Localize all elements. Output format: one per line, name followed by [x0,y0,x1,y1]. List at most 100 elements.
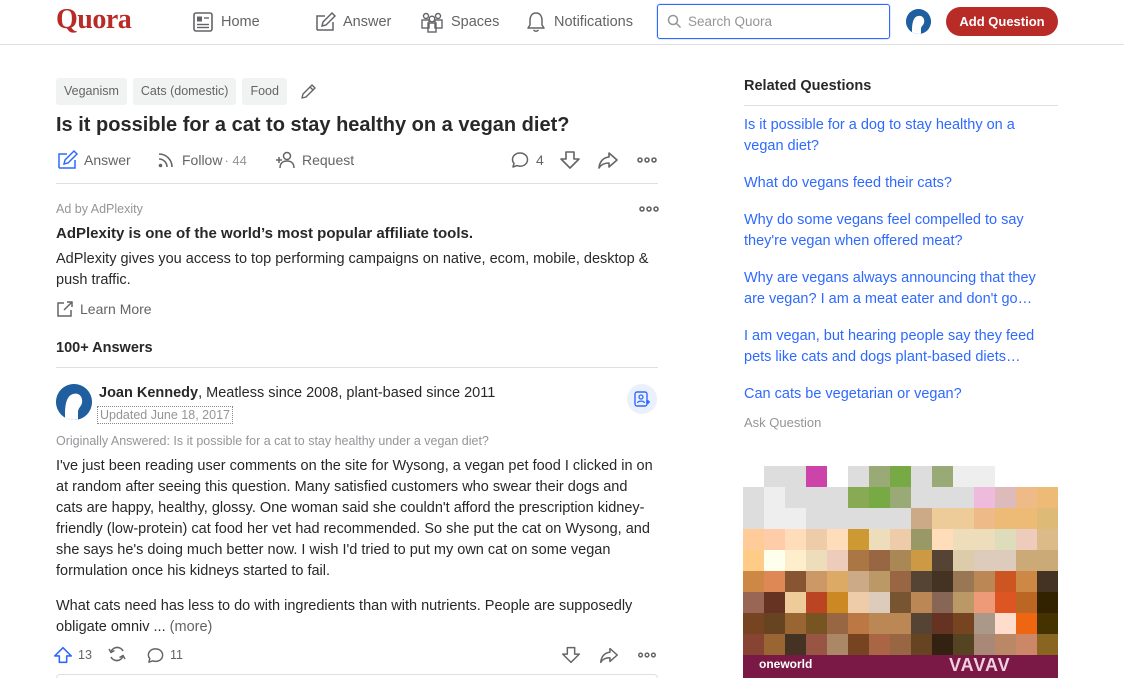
answer-label: Answer [84,152,131,168]
mosaic-tile [974,529,995,550]
search-input[interactable] [688,14,878,29]
search-box[interactable] [657,4,890,39]
nav-answer[interactable]: Answer [314,9,391,35]
author-credential[interactable]: , Meatless since 2008, plant-based since… [198,385,495,401]
mosaic-tile [764,613,785,634]
related-question-link[interactable]: What do vegans feed their cats? [744,173,1044,194]
ad-banner-strip: oneworld VAVAV [743,655,1058,678]
downvote-icon[interactable] [558,148,582,172]
mosaic-tile [848,634,869,655]
author-line: Joan Kennedy, Meatless since 2008, plant… [99,385,495,401]
mosaic-tile [806,550,827,571]
mosaic-tile [953,613,974,634]
mosaic-tile [785,634,806,655]
answer-comments-button[interactable]: 11 [146,643,183,667]
mosaic-tile [1016,529,1037,550]
mosaic-tile [764,550,785,571]
add-question-button[interactable]: Add Question [946,7,1058,36]
sidebar-ad-image[interactable]: oneworld VAVAV [743,466,1058,678]
answers-count: 100+ Answers [56,340,153,356]
mosaic-tile [869,508,890,529]
share-icon[interactable] [596,148,620,172]
ask-question-link[interactable]: Ask Question [744,415,821,430]
mosaic-tile [743,550,764,571]
related-question-link[interactable]: Can cats be vegetarian or vegan? [744,384,1044,405]
follow-person-icon [634,391,650,407]
mosaic-tile [869,613,890,634]
request-label: Request [302,152,355,168]
related-question-link[interactable]: Why are vegans always announcing that th… [744,268,1044,310]
answer-button[interactable]: Answer [56,148,131,172]
topic-tag[interactable]: Veganism [56,78,127,105]
mosaic-tile [743,571,764,592]
follow-author-button[interactable] [627,384,657,414]
learn-more-label: Learn More [80,301,152,317]
follow-rss-icon [158,153,173,168]
reshare-icon[interactable] [107,644,127,664]
mosaic-tile [785,487,806,508]
user-avatar[interactable] [906,9,931,34]
request-button[interactable]: Request [274,148,354,172]
mosaic-tile [1037,550,1058,571]
nav-home[interactable]: Home [192,9,260,35]
ad-body[interactable]: AdPlexity gives you access to top perfor… [56,249,656,291]
mosaic-tile [1016,466,1037,487]
author-name[interactable]: Joan Kennedy [99,385,198,401]
share-icon[interactable] [598,644,620,666]
comments-button[interactable]: 4 [510,148,544,172]
answer-body[interactable]: I've just been reading user comments on … [56,456,658,652]
mosaic-tile [869,487,890,508]
nav-spaces[interactable]: Spaces [420,9,499,35]
more-options-icon[interactable] [636,644,658,666]
answer-date[interactable]: Updated June 18, 2017 [97,406,233,424]
mosaic-tile [869,529,890,550]
author-avatar[interactable] [56,384,92,420]
mosaic-tile [1016,592,1037,613]
follow-button[interactable]: Follow · 44 [156,148,247,172]
mosaic-tile [890,508,911,529]
mosaic-tile [953,634,974,655]
follow-count: · 44 [224,152,247,168]
mosaic-tile [890,529,911,550]
nav-notifications[interactable]: Notifications [525,9,633,35]
mosaic-tile [848,508,869,529]
mosaic-tile [953,466,974,487]
ad-more-options-icon[interactable] [637,197,661,221]
mosaic-tile [848,571,869,592]
mosaic-tile [974,550,995,571]
divider [744,105,1058,106]
mosaic-tile [1037,634,1058,655]
mosaic-tile [911,550,932,571]
home-icon [193,12,213,32]
related-question-link[interactable]: Why do some vegans feel compelled to say… [744,210,1044,252]
mosaic-tile [743,508,764,529]
originally-answered[interactable]: Originally Answered: Is it possible for … [56,434,489,448]
mosaic-tile [764,466,785,487]
mosaic-tile [995,592,1016,613]
quora-logo[interactable]: Quora [56,4,132,36]
nav-notifications-label: Notifications [554,14,633,30]
mosaic-tile [932,529,953,550]
ad-title[interactable]: AdPlexity is one of the world’s most pop… [56,225,473,242]
mosaic-tile [806,529,827,550]
edit-topics-icon[interactable] [297,81,319,103]
upvote-icon [53,646,73,664]
learn-more-link[interactable]: Learn More [56,300,152,318]
mosaic-tile [911,487,932,508]
topic-tag[interactable]: Food [242,78,287,105]
upvote-button[interactable]: 13 [52,643,92,667]
mosaic-tile [848,550,869,571]
mosaic-tile [743,466,764,487]
mosaic-tile [785,571,806,592]
more-options-icon[interactable] [635,148,659,172]
topic-tag[interactable]: Cats (domestic) [132,78,237,105]
question-title[interactable]: Is it possible for a cat to stay healthy… [56,114,569,137]
comment-count: 4 [536,152,544,168]
mosaic-tile [995,613,1016,634]
mosaic-tile [953,508,974,529]
mosaic-tile [911,634,932,655]
downvote-icon[interactable] [560,644,582,666]
related-question-link[interactable]: Is it possible for a dog to stay healthy… [744,115,1044,157]
read-more-link[interactable]: (more) [170,619,213,635]
related-question-link[interactable]: I am vegan, but hearing people say they … [744,326,1044,368]
